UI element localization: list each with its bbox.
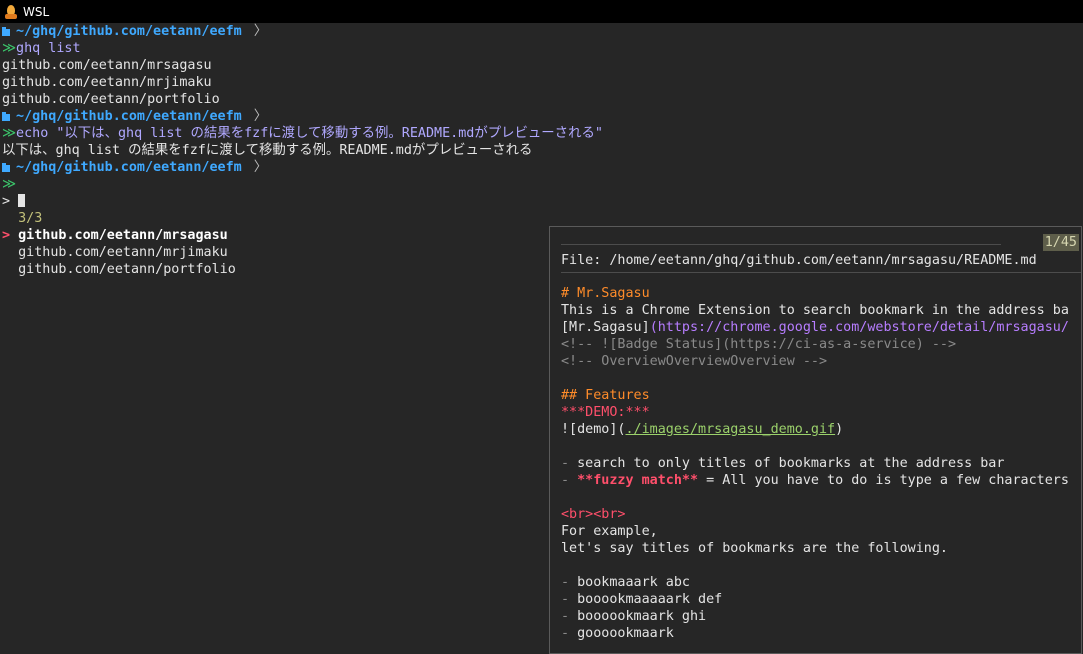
prompt-path: ~/ghq/github.com/eetann/eefm — [16, 160, 242, 175]
md-bullet-line: - bookmaaark abc — [561, 574, 1081, 591]
md-bullet-line: - boooookmaark ghi — [561, 608, 1081, 625]
prompt-path: ~/ghq/github.com/eetann/eefm — [16, 24, 242, 39]
md-bold-text: **fuzzy match** — [577, 473, 699, 488]
command-line: ≫ — [0, 176, 1083, 193]
fzf-query-line[interactable]: > — [0, 193, 1083, 210]
md-text: let's say titles of bookmarks are the fo… — [561, 541, 948, 556]
prompt-arrows: ≫ — [2, 177, 17, 192]
folder-icon — [2, 27, 10, 36]
md-bullet-text: search to only titles of bookmarks at th… — [577, 456, 1005, 471]
command-text: ghq list — [16, 41, 81, 56]
md-bullet-line: - goooookmaark — [561, 625, 1081, 642]
fzf-counter: 3/3 — [18, 211, 43, 226]
md-bullet: - — [561, 456, 570, 471]
md-bullet-line: - search to only titles of bookmarks at … — [561, 455, 1081, 472]
md-description: This is a Chrome Extension to search boo… — [561, 303, 1069, 318]
prompt-chevron: 〉 — [253, 24, 268, 39]
preview-blank — [561, 370, 1081, 387]
preview-file-path: File: /home/eetann/ghq/github.com/eetann… — [561, 253, 1037, 268]
md-bullet: - — [561, 575, 570, 590]
prompt-arrows: ≫ — [2, 126, 17, 141]
preview-blank — [561, 438, 1081, 455]
output-line: github.com/eetann/mrsagasu — [2, 58, 212, 73]
prompt-line: ~/ghq/github.com/eetann/eefm 〉 — [0, 108, 1083, 125]
md-comment: <!-- ![Badge Status](https://ci-as-a-ser… — [561, 337, 957, 352]
md-image-suffix: ) — [835, 422, 844, 437]
md-image-prefix: ![demo]( — [561, 422, 626, 437]
output-line: 以下は、ghq list の結果をfzfに渡して移動する例。README.mdが… — [2, 143, 533, 158]
prompt-line: ~/ghq/github.com/eetann/eefm 〉 — [0, 23, 1083, 40]
text-cursor — [18, 194, 26, 207]
md-bullet: - — [561, 626, 570, 641]
md-demo-label: ***DEMO:*** — [561, 405, 650, 420]
md-link-line: [Mr.Sagasu](https://chrome.google.com/we… — [561, 319, 1081, 336]
md-image-path: ./images/mrsagasu_demo.gif — [625, 422, 836, 437]
output-line: github.com/eetann/portfolio — [2, 92, 220, 107]
preview-separator — [561, 244, 1001, 245]
fzf-item-label: github.com/eetann/portfolio — [18, 262, 236, 277]
window-titlebar: WSL — [0, 0, 1083, 23]
fzf-pointer: > — [2, 228, 11, 243]
prompt-chevron: 〉 — [253, 160, 268, 175]
fzf-item-label: github.com/eetann/mrsagasu — [18, 228, 228, 243]
md-bullet-text: bookmaaark abc — [577, 575, 690, 590]
md-bullet-line: - booookmaaaaark def — [561, 591, 1081, 608]
md-bullet-text: goooookmaark — [577, 626, 674, 641]
md-text: For example, — [561, 524, 658, 539]
md-br-tags: <br><br> — [561, 507, 626, 522]
md-link-url: (https://chrome.google.com/webstore/deta… — [649, 320, 1069, 335]
md-bullet: - — [561, 473, 570, 488]
md-heading-2: ## Features — [561, 388, 650, 403]
md-comment: <!-- OverviewOverviewOverview --> — [561, 354, 828, 369]
preview-blank — [561, 273, 1081, 285]
md-bullet-text: boooookmaark ghi — [577, 609, 707, 624]
prompt-path: ~/ghq/github.com/eetann/eefm — [16, 109, 242, 124]
prompt-line: ~/ghq/github.com/eetann/eefm 〉 — [0, 159, 1083, 176]
fzf-counter-line: 3/3 — [0, 210, 1083, 227]
md-bullet: - — [561, 609, 570, 624]
prompt-arrows: ≫ — [2, 41, 17, 56]
fzf-item-label: github.com/eetann/mrjimaku — [18, 245, 228, 260]
md-bullet: - — [561, 592, 570, 607]
fzf-prompt: > — [2, 194, 11, 209]
md-bullet-line: - **fuzzy match** = All you have to do i… — [561, 472, 1081, 489]
prompt-chevron: 〉 — [253, 109, 268, 124]
md-link-text: [Mr.Sagasu] — [561, 320, 650, 335]
output-line: github.com/eetann/mrjimaku — [2, 75, 212, 90]
md-bullet-text: booookmaaaaark def — [577, 592, 723, 607]
folder-icon — [2, 112, 10, 121]
terminal[interactable]: ~/ghq/github.com/eetann/eefm 〉 ≫ghq list … — [0, 23, 1083, 654]
command-text: echo "以下は、ghq list の結果をfzfに渡して移動する例。READ… — [16, 126, 603, 141]
fzf-preview-window[interactable]: 1/45 File: /home/eetann/ghq/github.com/e… — [549, 226, 1082, 654]
wsl-penguin-icon — [4, 4, 18, 19]
window-title: WSL — [23, 4, 50, 19]
command-line: ≫echo "以下は、ghq list の結果をfzfに渡して移動する例。REA… — [0, 125, 1083, 142]
md-bullet-text: = All you have to do is type a few chara… — [698, 473, 1069, 488]
md-heading-1: # Mr.Sagasu — [561, 286, 650, 301]
md-image-line: ![demo](./images/mrsagasu_demo.gif) — [561, 421, 1081, 438]
preview-blank — [561, 489, 1081, 506]
preview-blank — [561, 557, 1081, 574]
folder-icon — [2, 163, 10, 172]
command-line: ≫ghq list — [0, 40, 1083, 57]
